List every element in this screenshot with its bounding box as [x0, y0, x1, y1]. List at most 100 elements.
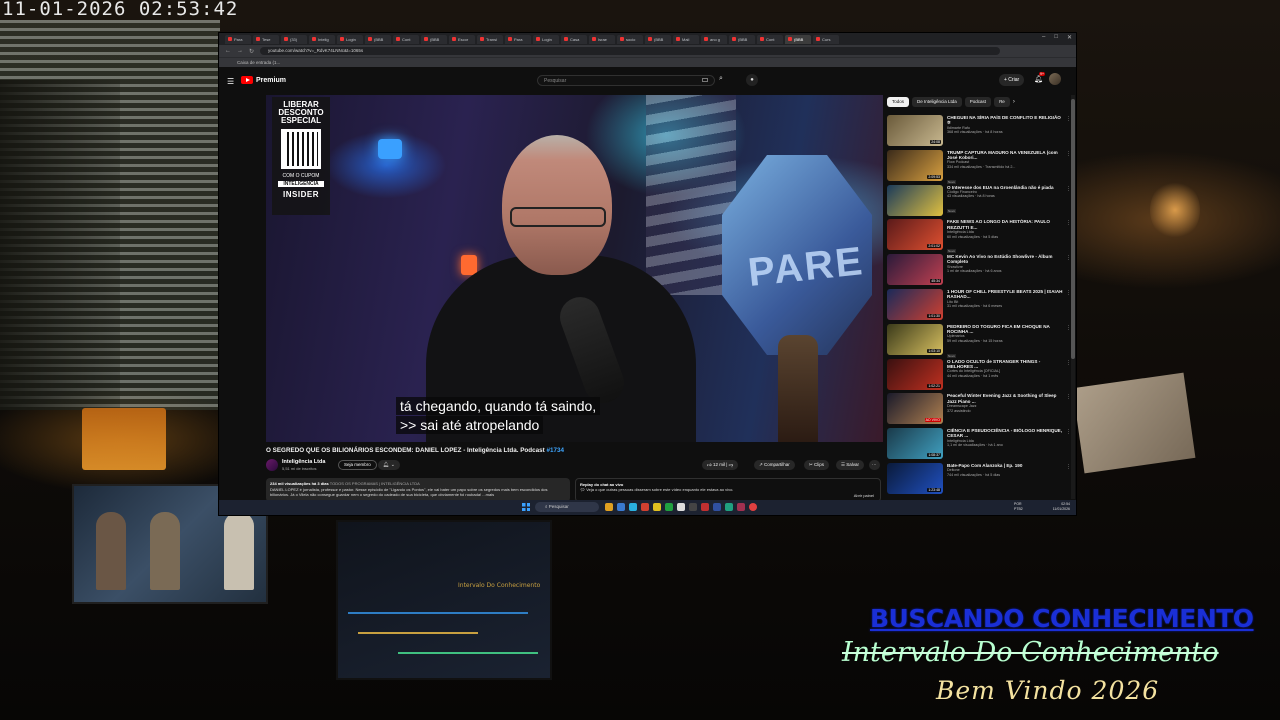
filter-chip[interactable]: De Inteligência Ltda — [912, 97, 962, 107]
channel-avatar[interactable] — [266, 459, 278, 471]
browser-tab[interactable]: Mail — [673, 34, 699, 44]
recommended-video[interactable]: 2:09:53 TRUMP CAPTURA MADURO NA VENEZUELA… — [887, 149, 1071, 185]
create-button[interactable]: + Criar — [999, 74, 1025, 86]
windows-start-icon[interactable] — [522, 503, 530, 511]
recommended-video[interactable]: AO VIVO Peaceful Winter Evening Jazz & So… — [887, 393, 1071, 428]
video-thumbnail[interactable]: 1:03:10 — [887, 323, 943, 355]
chrome-icon[interactable] — [701, 503, 709, 511]
search-icon[interactable]: ⌕ — [719, 75, 723, 83]
browser-tab[interactable]: Casa — [561, 34, 587, 44]
video-thumbnail[interactable]: 1:23:48 — [887, 462, 943, 494]
maximize-button[interactable]: □ — [1054, 34, 1058, 41]
input-language[interactable]: POR PTB2 — [1014, 502, 1023, 512]
video-title[interactable]: Peaceful Winter Evening Jazz & Soothing … — [947, 393, 1065, 404]
video-title[interactable]: MC Kevin Ao Vivo no Estúdio Showlivre - … — [947, 254, 1065, 265]
video-title[interactable]: O LADO OCULTO de STRANGER THINGS - MELHO… — [947, 359, 1065, 370]
app-icon[interactable] — [653, 503, 661, 511]
recommended-video[interactable]: 1:08:37 CIÊNCIA E PSEUDOCIÊNCIA - BIÓLOGO… — [887, 428, 1071, 463]
browser-tab[interactable]: Cont — [757, 34, 783, 44]
minimize-button[interactable]: – — [1042, 34, 1045, 41]
folder-icon[interactable] — [605, 503, 613, 511]
scrollbar[interactable] — [1071, 95, 1075, 499]
save-button[interactable]: ☰ Salvar — [836, 460, 865, 470]
video-thumbnail[interactable]: 1:08:37 — [887, 428, 943, 460]
browser-tab[interactable]: ano g — [701, 34, 727, 44]
video-title[interactable]: 1 HOUR OF CHILL FREESTYLE BEATS 2025 | I… — [947, 289, 1065, 300]
app-icon[interactable] — [641, 503, 649, 511]
avatar[interactable] — [1049, 73, 1061, 85]
app-icon[interactable] — [725, 503, 733, 511]
video-title[interactable]: CIÊNCIA E PSEUDOCIÊNCIA - BIÓLOGO HENRIQ… — [947, 428, 1065, 439]
browser-tab[interactable]: Tese — [253, 34, 279, 44]
app-icon[interactable] — [689, 503, 697, 511]
more-actions-button[interactable]: ⋯ — [869, 460, 880, 470]
recommended-video[interactable]: 45:34 MC Kevin Ao Vivo no Estúdio Showliv… — [887, 254, 1071, 289]
filter-chip[interactable]: Podcast — [964, 97, 992, 107]
browser-tab[interactable]: Israe — [589, 34, 615, 44]
browser-tab[interactable]: Transi — [477, 34, 503, 44]
search-input[interactable]: Pesquisar — [537, 75, 715, 86]
video-thumbnail[interactable]: AO VIVO — [887, 393, 943, 425]
app-icon[interactable] — [713, 503, 721, 511]
video-thumbnail[interactable]: 1:01:30 — [887, 288, 943, 320]
description-box[interactable]: 234 mil visualizações há 3 dias TODOS OS… — [266, 478, 570, 502]
mic-icon[interactable]: ● — [746, 74, 758, 86]
video-title[interactable]: FAKE NEWS AO LONGO DA HISTÓRIA: PAULO RE… — [947, 219, 1065, 230]
video-thumbnail[interactable]: 2:09:53 — [887, 149, 943, 181]
app-icon[interactable] — [749, 503, 757, 511]
browser-tab[interactable]: (BBB — [365, 34, 391, 44]
app-icon[interactable] — [677, 503, 685, 511]
menu-icon[interactable]: ☰ — [227, 77, 234, 86]
recommended-video[interactable]: 1:02:21 O LADO OCULTO de STRANGER THINGS … — [887, 358, 1071, 394]
recommended-video[interactable]: 1:01:30 1 HOUR OF CHILL FREESTYLE BEATS 2… — [887, 288, 1071, 324]
keyboard-icon[interactable] — [702, 78, 708, 82]
subscribed-bell-button[interactable]: 🔔︎ ⌄ — [378, 460, 400, 470]
video-hashtag[interactable]: #1734 — [546, 447, 564, 454]
video-thumbnail[interactable]: 24:08 — [887, 115, 943, 146]
browser-tab[interactable]: Para — [225, 34, 251, 44]
video-player[interactable]: PARE LIBERAR DESCONTO ESPECIAL COM O CUP… — [266, 95, 883, 442]
browser-tab[interactable]: Intelig — [309, 34, 335, 44]
video-thumbnail[interactable]: 2:01:02 — [887, 219, 943, 251]
recommended-video[interactable]: 1:23:48 Bate-Papo Com Alanzoka | Ep. 190 D… — [887, 462, 1071, 498]
open-chat-button[interactable]: Abrir painel — [854, 493, 874, 498]
app-icon[interactable] — [665, 503, 673, 511]
browser-tab[interactable]: Para — [505, 34, 531, 44]
browser-tab[interactable]: Escor — [449, 34, 475, 44]
recommended-video[interactable]: 2:01:02 FAKE NEWS AO LONGO DA HISTÓRIA: P… — [887, 219, 1071, 254]
video-title[interactable]: PEDREIRO DO TOGURO FICA EM CHOQUE NA ROC… — [947, 324, 1065, 335]
taskbar-search[interactable]: ⌕ Pesquisar — [535, 502, 599, 512]
browser-tab[interactable]: Login — [533, 34, 559, 44]
url-field[interactable]: youtube.com/watch?v=_RdvK74LNNc&t=1065s — [260, 47, 1001, 55]
browser-tab[interactable]: Curs — [813, 34, 839, 44]
app-icon[interactable] — [737, 503, 745, 511]
forward-icon[interactable]: → — [237, 48, 243, 54]
video-title[interactable]: CHEGUEI NA SÍRIA PAÍS DE CONFLITO E RELI… — [947, 115, 1065, 126]
youtube-logo[interactable]: Premium — [241, 76, 286, 84]
recommended-video[interactable]: O Interesse dos EUA na Groenlândia não é… — [887, 184, 1071, 220]
back-icon[interactable]: ← — [225, 48, 231, 54]
browser-tab[interactable]: (BBB — [729, 34, 755, 44]
browser-tab[interactable]: (BBB — [645, 34, 671, 44]
video-thumbnail[interactable] — [887, 184, 943, 216]
bookmark-item[interactable]: Caixa de entrada (1... — [237, 60, 280, 65]
browser-tab[interactable]: (BBB — [421, 34, 447, 44]
clock[interactable]: 02:54 11/01/2026 — [1053, 502, 1070, 512]
app-icon[interactable] — [617, 503, 625, 511]
browser-tab[interactable]: Cont — [393, 34, 419, 44]
browser-tab[interactable]: Login — [337, 34, 363, 44]
filter-chip[interactable]: Re — [994, 97, 1010, 107]
join-button[interactable]: Seja membro — [338, 460, 377, 470]
reload-icon[interactable]: ↻ — [249, 48, 254, 55]
browser-tab[interactable]: socio — [617, 34, 643, 44]
scrollbar-thumb[interactable] — [1071, 99, 1075, 359]
chevron-right-icon[interactable]: › — [1013, 97, 1015, 107]
recommended-video[interactable]: 1:03:10 PEDREIRO DO TOGURO FICA EM CHOQUE… — [887, 323, 1071, 359]
like-button[interactable]: 👍︎ 12 mil | 👎︎ — [702, 460, 739, 470]
channel-name[interactable]: Inteligência Ltda — [282, 459, 325, 465]
bell-icon[interactable]: 🔔︎ — [1034, 75, 1043, 83]
filter-chip[interactable]: Todos — [887, 97, 910, 107]
share-button[interactable]: ↗ Compartilhar — [754, 460, 795, 470]
edge-icon[interactable] — [629, 503, 637, 511]
recommended-video[interactable]: 24:08 CHEGUEI NA SÍRIA PAÍS DE CONFLITO E… — [887, 115, 1071, 150]
